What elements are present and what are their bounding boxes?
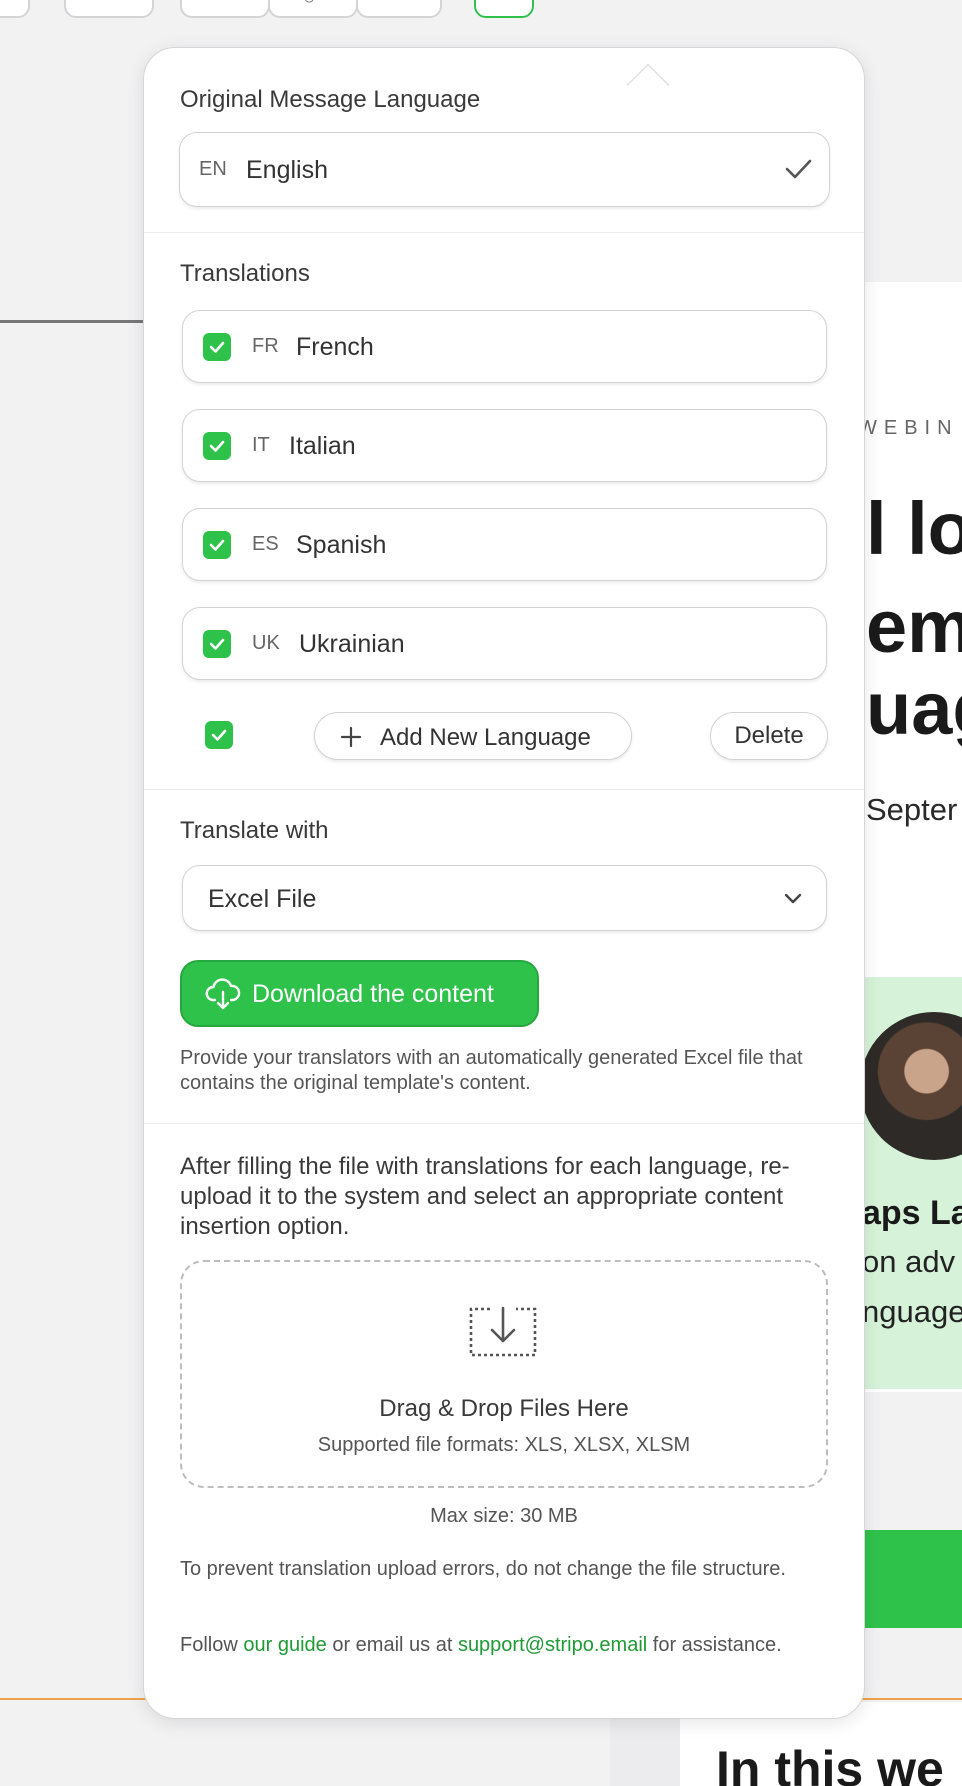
add-new-language-label: Add New Language [380, 724, 591, 751]
translation-toolbar-button[interactable] [474, 0, 534, 18]
checkbox[interactable] [203, 432, 231, 460]
checkbox[interactable] [203, 531, 231, 559]
toolbar-button[interactable] [64, 0, 154, 18]
download-content-button[interactable]: Download the content [180, 960, 539, 1027]
assistance-suffix: for assistance. [647, 1634, 782, 1656]
dropzone-formats: Supported file formats: XLS, XLSX, XLSM [317, 1434, 691, 1456]
plus-icon [340, 726, 362, 748]
guide-link[interactable]: our guide [243, 1634, 326, 1656]
email-hero-line: uag [866, 667, 962, 750]
select-all-checkbox[interactable] [205, 721, 233, 749]
email-hero-line: em [866, 585, 962, 668]
checkmark-icon [785, 159, 812, 179]
chevron-down-icon [784, 893, 802, 904]
language-name: Italian [289, 432, 356, 460]
toolbar-button[interactable] [180, 0, 270, 18]
upload-instructions: After filling the file with translations… [180, 1153, 790, 1240]
delete-button[interactable]: Delete [710, 712, 828, 760]
translate-with-label: Translate with [180, 817, 329, 844]
assistance-middle: or email us at [326, 1634, 458, 1656]
original-language-field[interactable]: EN English [179, 132, 830, 207]
check-icon [209, 341, 225, 353]
cloud-download-icon [205, 978, 241, 1010]
max-size-note: Max size: 30 MB [430, 1505, 578, 1527]
popover-arrow [626, 63, 670, 107]
speaker-description: nguage [862, 1294, 962, 1329]
dropzone-title: Drag & Drop Files Here [379, 1395, 629, 1422]
translation-row-french[interactable]: FR French [182, 310, 827, 383]
language-code: ES [252, 533, 279, 555]
language-code: FR [252, 335, 279, 357]
toolbar-button[interactable]: ‹ [0, 0, 30, 18]
toolbar-glyph-icon: ◡ [304, 0, 314, 4]
email-cta-block [862, 1530, 962, 1628]
translate-with-select[interactable]: Excel File [182, 865, 827, 931]
support-email-link[interactable]: support@stripo.email [458, 1634, 647, 1656]
check-icon [211, 729, 227, 741]
language-name: English [246, 156, 328, 184]
translation-row-italian[interactable]: IT Italian [182, 409, 827, 482]
toolbar-button[interactable] [356, 0, 442, 18]
checkbox[interactable] [203, 333, 231, 361]
speaker-name: aps La [862, 1194, 962, 1232]
section-divider [144, 1123, 864, 1124]
email-hero-line: l loc [866, 487, 962, 570]
speaker-description: on adv [862, 1244, 956, 1279]
language-name: Ukrainian [299, 630, 405, 658]
language-code: EN [199, 158, 227, 180]
upload-warning: To prevent translation upload errors, do… [180, 1558, 786, 1580]
email-date: Septer [866, 792, 958, 827]
email-section-heading: In this we [716, 1741, 944, 1786]
file-dropzone[interactable]: Drag & Drop Files Here Supported file fo… [180, 1260, 828, 1488]
toolbar-button[interactable]: ◡ [268, 0, 358, 18]
check-icon [209, 638, 225, 650]
language-name: Spanish [296, 531, 387, 559]
assistance-prefix: Follow [180, 1634, 244, 1656]
assistance-text: Follow our guide or email us at support@… [180, 1633, 820, 1658]
original-language-label: Original Message Language [180, 86, 481, 113]
checkbox[interactable] [203, 630, 231, 658]
download-help-text: Provide your translators with an automat… [180, 1047, 803, 1094]
check-icon [209, 539, 225, 551]
translation-row-spanish[interactable]: ES Spanish [182, 508, 827, 581]
language-code: UK [252, 632, 280, 654]
email-eyebrow: WEBIN [858, 417, 959, 439]
translations-label: Translations [180, 260, 310, 287]
section-divider [144, 232, 864, 233]
section-divider [144, 789, 864, 790]
translation-row-ukrainian[interactable]: UK Ukrainian [182, 607, 827, 680]
translate-with-value: Excel File [208, 885, 317, 913]
editor-toolbar: ‹ ◡ [0, 0, 962, 52]
download-content-label: Download the content [252, 980, 494, 1008]
check-icon [209, 440, 225, 452]
translation-popover: Original Message Language EN English Tra… [143, 47, 865, 1719]
language-code: IT [252, 434, 270, 456]
language-name: French [296, 333, 374, 361]
upload-tray-icon [469, 1306, 537, 1357]
add-new-language-button[interactable]: Add New Language [314, 712, 632, 760]
